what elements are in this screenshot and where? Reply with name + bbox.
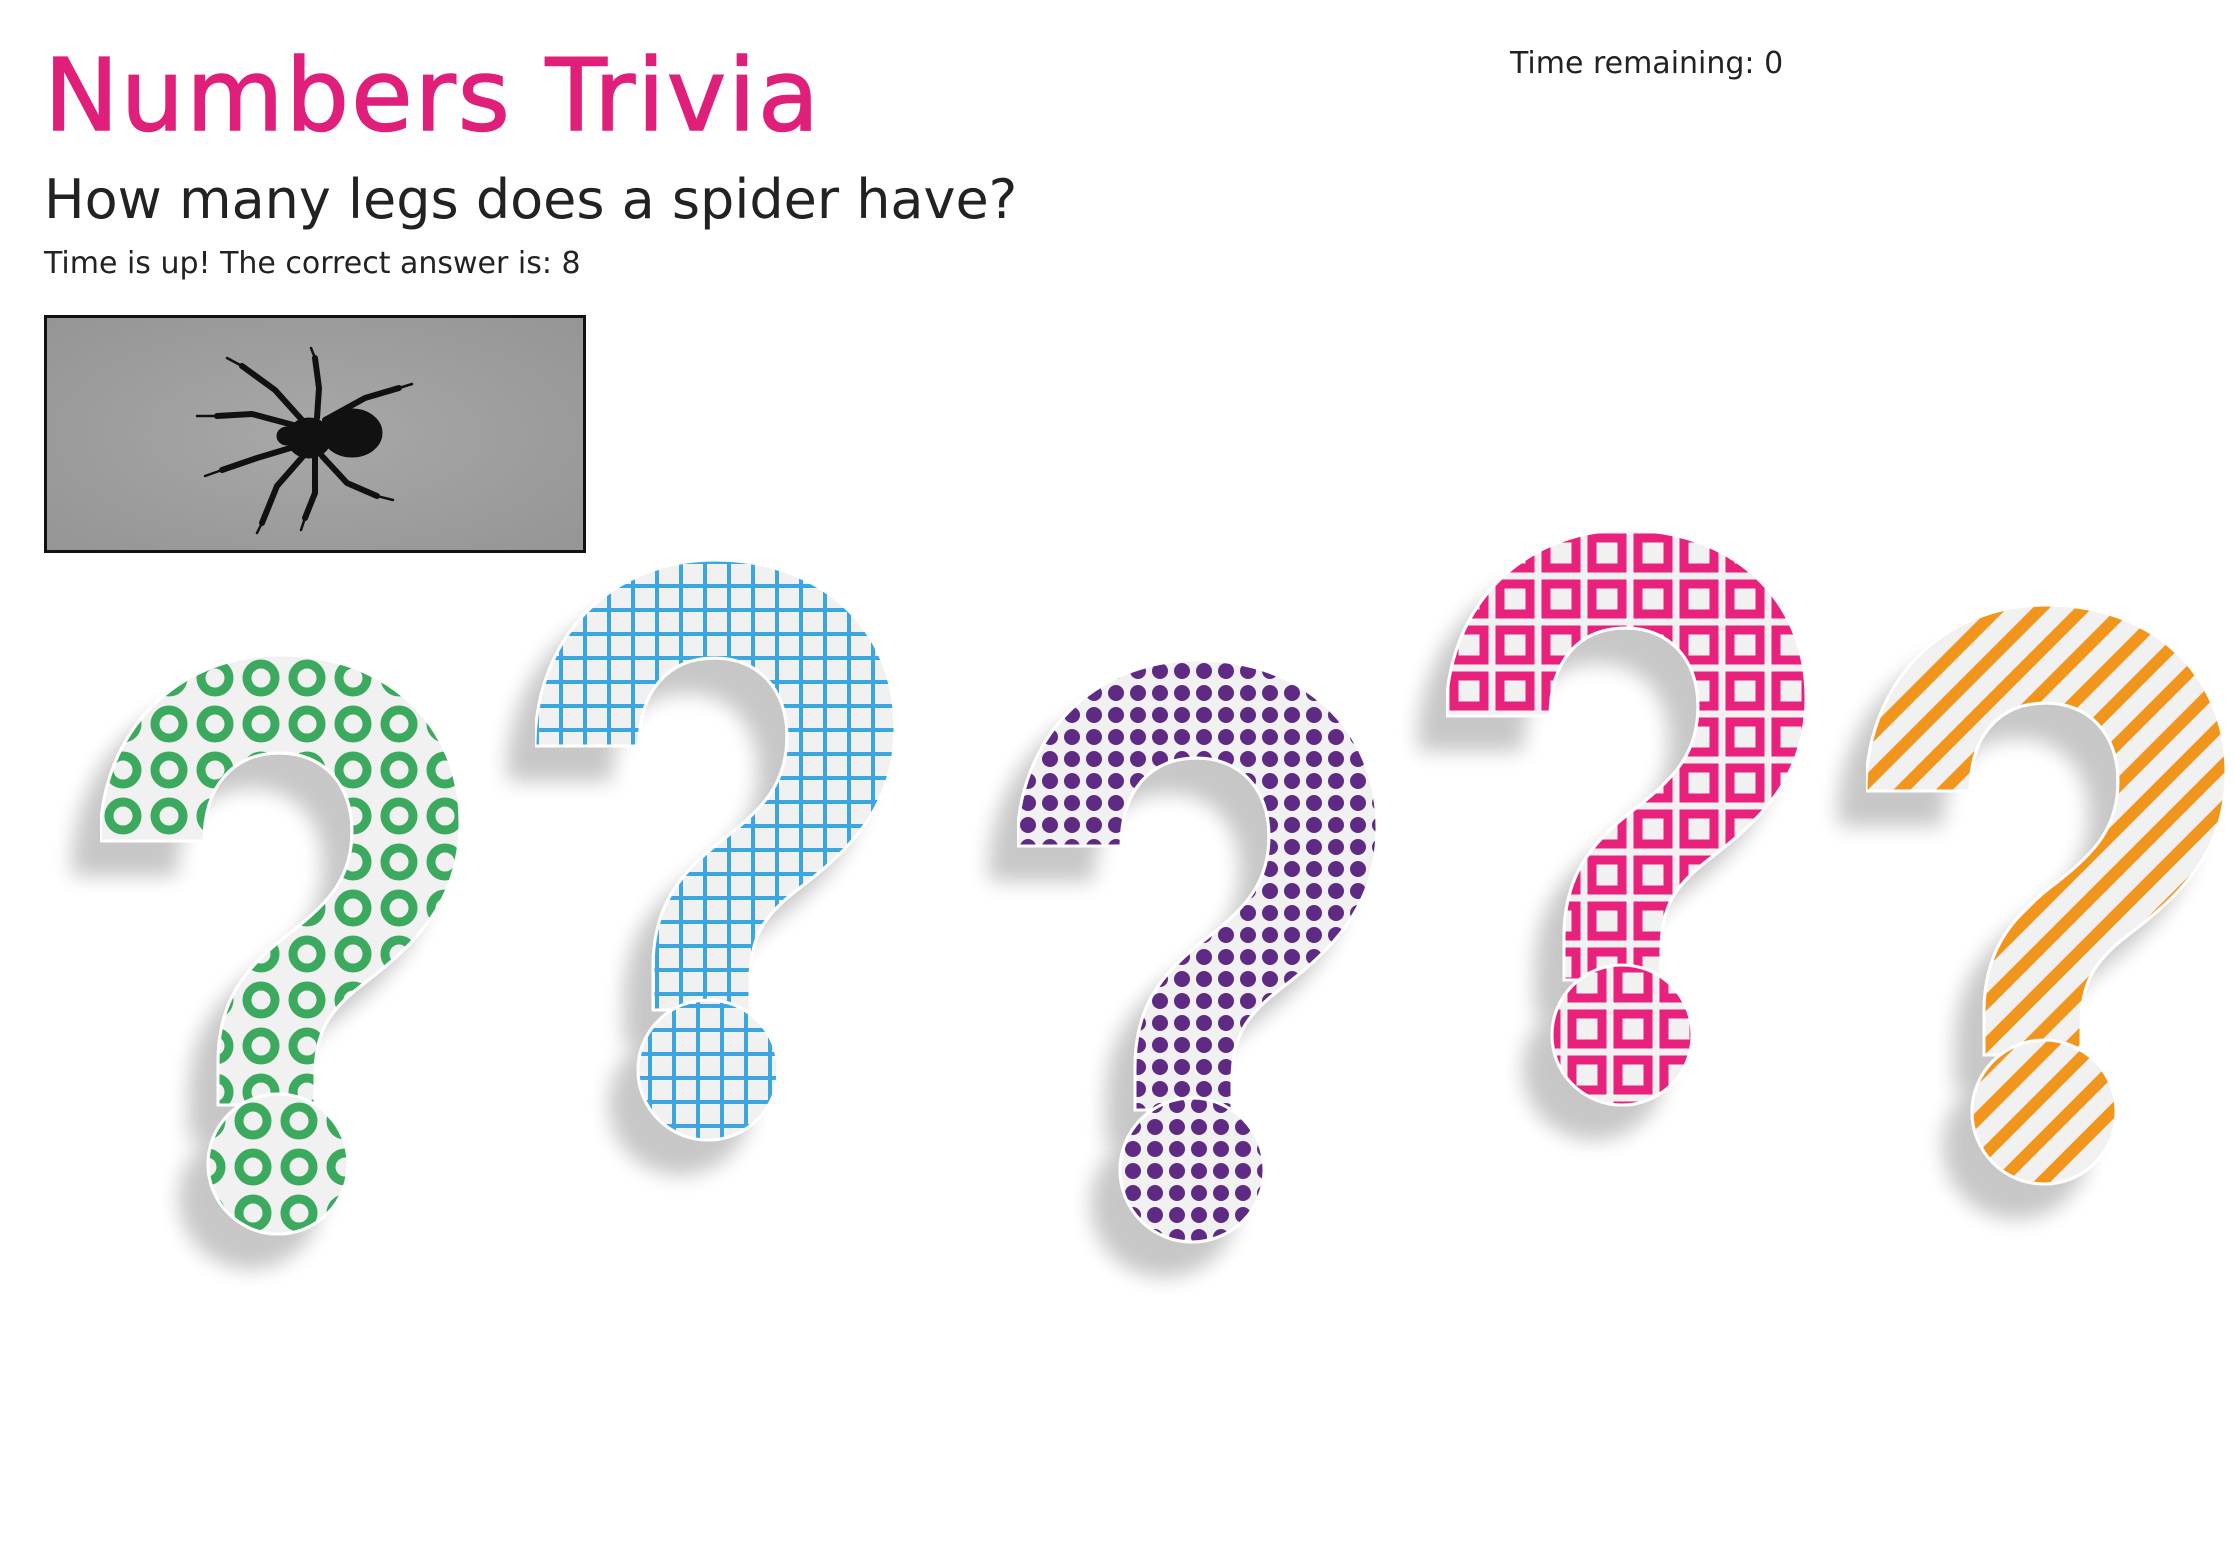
time-remaining-label: Time remaining: 0 [1510,46,1784,81]
question-mark-green-rings [100,655,460,1236]
question-text: How many legs does a spider have? [44,168,1018,231]
question-mark-orange-stripes [1866,605,2226,1186]
question-mark-pink-squares [1446,530,1806,1107]
question-mark-purple-dots [1017,660,1377,1244]
app-title: Numbers Trivia [43,36,822,155]
question-mark-blue-grid [535,560,895,1142]
question-marks-illustration [0,500,2234,1244]
trivia-page: Numbers Trivia Time remaining: 0 How man… [0,0,2234,1562]
result-message: Time is up! The correct answer is: 8 [44,246,581,281]
